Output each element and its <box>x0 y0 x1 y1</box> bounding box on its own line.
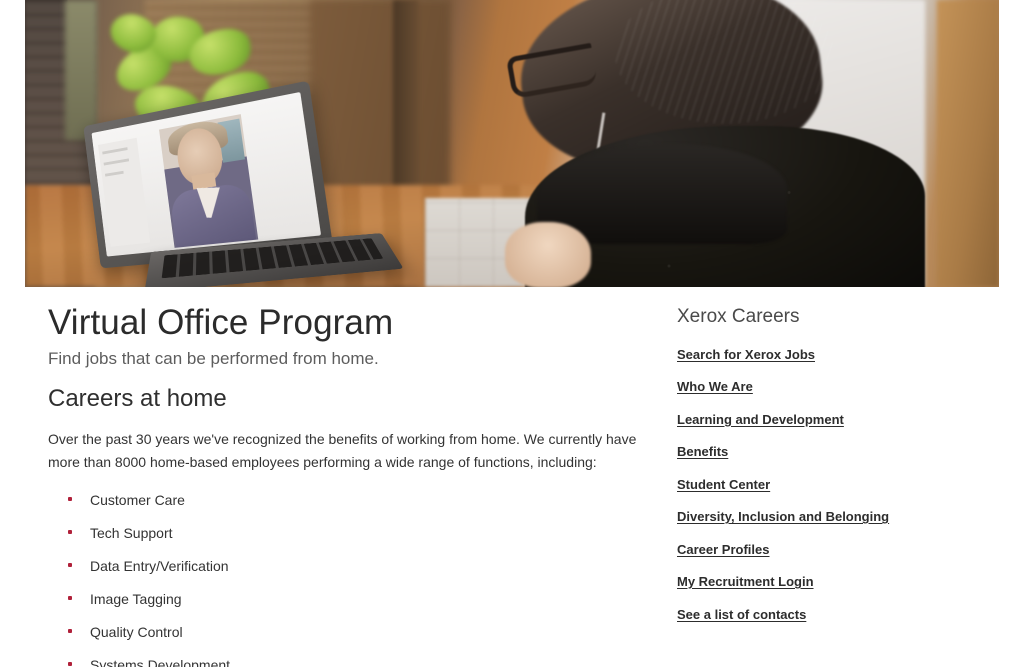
list-item: Customer Care <box>48 488 648 512</box>
bullet-dot-icon <box>68 562 72 567</box>
bullet-dot-icon <box>68 496 72 501</box>
hero-banner-image <box>25 0 999 287</box>
hero-scene <box>25 0 999 287</box>
list-item: Tech Support <box>48 521 648 545</box>
list-item: Data Entry/Verification <box>48 554 648 578</box>
bullet-dot-icon <box>68 662 72 667</box>
list-item: Learning and Development <box>677 411 997 429</box>
sidebar-link-search-for-xerox-jobs[interactable]: Search for Xerox Jobs <box>677 347 815 362</box>
sidebar-link-career-profiles[interactable]: Career Profiles <box>677 542 770 557</box>
laptop-screen-decor <box>91 91 322 257</box>
list-item-label: Image Tagging <box>90 590 182 607</box>
laptop-decor <box>67 80 404 287</box>
bullet-dot-icon <box>68 529 72 534</box>
list-item: Who We Are <box>677 378 997 396</box>
page-subtitle: Find jobs that can be performed from hom… <box>48 349 379 369</box>
list-item: Diversity, Inclusion and Belonging <box>677 508 997 526</box>
intro-paragraph: Over the past 30 years we've recognized … <box>48 431 637 470</box>
list-item: My Recruitment Login <box>677 573 997 591</box>
person-decor <box>495 0 965 287</box>
list-item: See a list of contacts <box>677 606 997 624</box>
bullet-dot-icon <box>68 628 72 633</box>
list-item-label: Quality Control <box>90 623 183 640</box>
section-title-careers-at-home: Careers at home <box>48 385 227 413</box>
sidebar-title: Xerox Careers <box>677 306 800 327</box>
list-item-label: Customer Care <box>90 491 185 508</box>
page-root: Virtual Office Program Find jobs that ca… <box>0 0 1024 667</box>
job-functions-list: Customer Care Tech Support Data Entry/Ve… <box>48 488 648 667</box>
list-item: Career Profiles <box>677 541 997 559</box>
sidebar-link-who-we-are[interactable]: Who We Are <box>677 379 753 394</box>
sidebar-link-benefits[interactable]: Benefits <box>677 444 728 459</box>
list-item-label: Systems Development <box>90 657 231 667</box>
list-item: Benefits <box>677 443 997 461</box>
sidebar-link-my-recruitment-login[interactable]: My Recruitment Login <box>677 574 814 589</box>
video-call-portrait-decor <box>159 114 259 248</box>
list-item-label: Data Entry/Verification <box>90 557 229 574</box>
page-title: Virtual Office Program <box>48 303 394 342</box>
list-item: Image Tagging <box>48 587 648 611</box>
bullet-dot-icon <box>68 595 72 600</box>
sidebar-links-list: Search for Xerox Jobs Who We Are Learnin… <box>677 346 997 624</box>
list-item: Student Center <box>677 476 997 494</box>
sidebar-column: Xerox Careers Search for Xerox Jobs Who … <box>677 287 997 638</box>
content-area: Virtual Office Program Find jobs that ca… <box>0 287 1024 667</box>
list-item: Systems Development <box>48 653 648 667</box>
main-column: Virtual Office Program Find jobs that ca… <box>48 287 648 667</box>
sidebar-link-diversity-inclusion-and-belonging[interactable]: Diversity, Inclusion and Belonging <box>677 509 889 524</box>
list-item-label: Tech Support <box>90 524 173 541</box>
sidebar-link-student-center[interactable]: Student Center <box>677 477 770 492</box>
list-item: Search for Xerox Jobs <box>677 346 997 364</box>
sidebar-link-see-a-list-of-contacts[interactable]: See a list of contacts <box>677 607 806 622</box>
sidebar-link-learning-and-development[interactable]: Learning and Development <box>677 412 844 427</box>
list-item: Quality Control <box>48 620 648 644</box>
